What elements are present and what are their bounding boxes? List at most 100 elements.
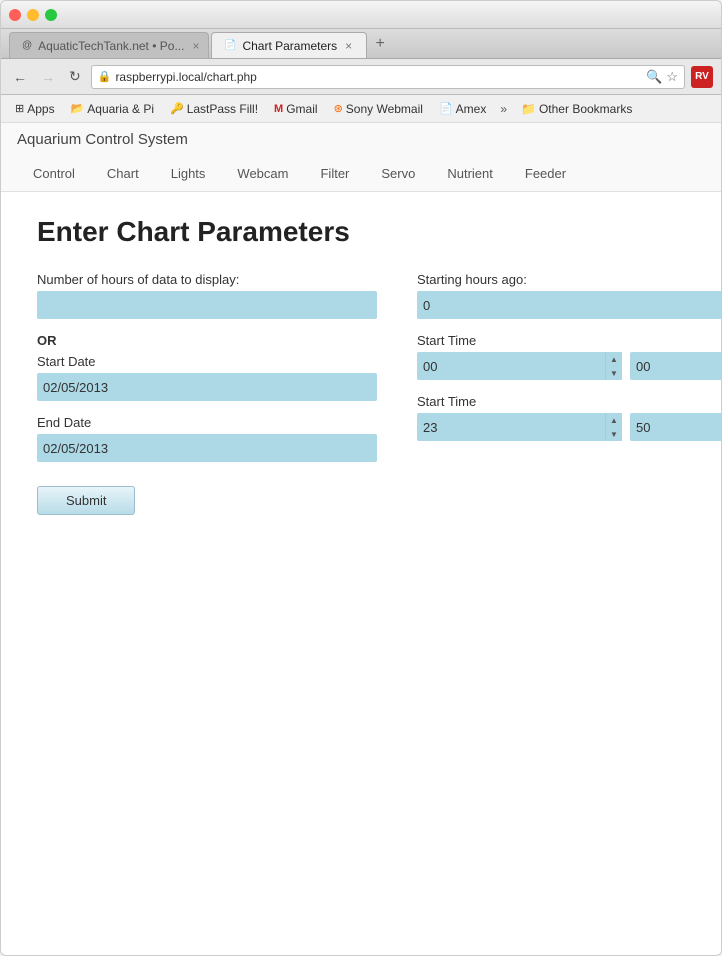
end-date-input[interactable] xyxy=(37,434,377,462)
back-btn[interactable]: ← xyxy=(9,67,31,87)
refresh-btn[interactable]: ↻ xyxy=(65,66,85,87)
start-hour-spinner: ▲ ▼ xyxy=(417,352,622,380)
tab-1[interactable]: @ AquaticTechTank.net • Po... × xyxy=(9,32,209,58)
bookmark-gmail-label: Gmail xyxy=(286,102,317,116)
starting-hours-field-group: Starting hours ago: ▲ ▼ xyxy=(417,272,721,319)
start-min-input[interactable] xyxy=(630,352,721,380)
other-bookmarks[interactable]: 📁 Other Bookmarks xyxy=(515,100,638,118)
end-min-input[interactable] xyxy=(630,413,721,441)
start-date-input[interactable] xyxy=(37,373,377,401)
nav-feeder[interactable]: Feeder xyxy=(509,158,582,191)
end-hour-spinner: ▲ ▼ xyxy=(417,413,622,441)
forward-btn[interactable]: → xyxy=(37,67,59,87)
bookmark-aquaria[interactable]: 📂 Aquaria & Pi xyxy=(65,100,160,118)
app-menu: Control Chart Lights Webcam Filter Servo… xyxy=(17,158,705,191)
starting-hours-spinner: ▲ ▼ xyxy=(417,291,721,319)
start-min-spinner: ▲ ▼ xyxy=(630,352,721,380)
url-actions: 🔍 ☆ xyxy=(646,69,678,85)
tab-favicon-1: @ xyxy=(22,40,32,51)
starting-hours-input[interactable] xyxy=(417,291,721,319)
hours-field-group: Number of hours of data to display: xyxy=(37,272,377,319)
nav-lights[interactable]: Lights xyxy=(155,158,222,191)
tab-2[interactable]: 📄 Chart Parameters × xyxy=(211,32,367,58)
app-nav: Aquarium Control System Control Chart Li… xyxy=(1,123,721,192)
window-maximize-btn[interactable] xyxy=(45,9,57,21)
page-content: Aquarium Control System Control Chart Li… xyxy=(1,123,721,955)
tab-label-1: AquaticTechTank.net • Po... xyxy=(38,39,184,53)
nav-control[interactable]: Control xyxy=(17,158,91,191)
or-label: OR xyxy=(37,333,377,348)
url-display: raspberrypi.local/chart.php xyxy=(115,70,642,84)
tab-label-2: Chart Parameters xyxy=(242,39,337,53)
nav-nutrient[interactable]: Nutrient xyxy=(431,158,509,191)
end-hour-field: ▲ ▼ xyxy=(417,413,622,441)
form-col-left: Number of hours of data to display: OR S… xyxy=(37,272,377,515)
start-hour-input[interactable] xyxy=(417,352,605,380)
add-tab-btn[interactable]: + xyxy=(369,33,391,55)
bookmark-amex[interactable]: 📄 Amex xyxy=(433,100,492,118)
page-heading: Enter Chart Parameters xyxy=(37,216,685,248)
form-col-right: Starting hours ago: ▲ ▼ Start Time xyxy=(417,272,721,515)
end-date-field-group: End Date xyxy=(37,415,377,462)
bookmark-gmail[interactable]: M Gmail xyxy=(268,100,324,118)
end-time-field-group: Start Time ▲ ▼ xyxy=(417,394,721,441)
tab-bar: @ AquaticTechTank.net • Po... × 📄 Chart … xyxy=(1,29,721,59)
end-time-label: Start Time xyxy=(417,394,721,409)
folder-aquaria-icon: 📂 xyxy=(71,102,85,115)
nav-webcam[interactable]: Webcam xyxy=(221,158,304,191)
bookmark-apps-label: Apps xyxy=(27,102,54,116)
end-hour-up-btn[interactable]: ▲ xyxy=(606,413,622,427)
end-date-label: End Date xyxy=(37,415,377,430)
apps-icon: ⊞ xyxy=(15,102,24,115)
other-bookmarks-icon: 📁 xyxy=(521,102,536,116)
bookmark-lastpass[interactable]: 🔑 LastPass Fill! xyxy=(164,100,264,118)
nav-chart[interactable]: Chart xyxy=(91,158,155,191)
end-hour-spinner-btns: ▲ ▼ xyxy=(605,413,622,441)
start-hour-down-btn[interactable]: ▼ xyxy=(606,366,622,380)
tab-close-1[interactable]: × xyxy=(190,39,201,53)
window-minimize-btn[interactable] xyxy=(27,9,39,21)
end-min-spinner: ▲ ▼ xyxy=(630,413,721,441)
bookmarks-more-btn[interactable]: » xyxy=(496,100,511,118)
starting-hours-label: Starting hours ago: xyxy=(417,272,721,287)
nav-filter[interactable]: Filter xyxy=(304,158,365,191)
lastpass-icon: 🔑 xyxy=(170,102,184,115)
bookmark-sony-label: Sony Webmail xyxy=(346,102,423,116)
start-time-row: ▲ ▼ ▲ ▼ xyxy=(417,352,721,380)
hours-label: Number of hours of data to display: xyxy=(37,272,377,287)
start-hour-spinner-btns: ▲ ▼ xyxy=(605,352,622,380)
extension-icon[interactable]: RV xyxy=(691,66,713,88)
hours-input[interactable] xyxy=(37,291,377,319)
form-section: Number of hours of data to display: OR S… xyxy=(37,272,685,515)
gmail-icon: M xyxy=(274,103,283,115)
end-hour-input[interactable] xyxy=(417,413,605,441)
start-date-label: Start Date xyxy=(37,354,377,369)
browser-window: @ AquaticTechTank.net • Po... × 📄 Chart … xyxy=(0,0,722,956)
main-area: Enter Chart Parameters Number of hours o… xyxy=(1,192,721,539)
submit-button[interactable]: Submit xyxy=(37,486,135,515)
app-title: Aquarium Control System xyxy=(17,131,705,148)
start-date-field-group: Start Date xyxy=(37,354,377,401)
url-input-wrap[interactable]: 🔒 raspberrypi.local/chart.php 🔍 ☆ xyxy=(91,65,685,89)
bookmark-sony[interactable]: ⊛ Sony Webmail xyxy=(328,100,429,118)
title-bar xyxy=(1,1,721,29)
end-hour-down-btn[interactable]: ▼ xyxy=(606,427,622,441)
sony-icon: ⊛ xyxy=(334,102,343,115)
start-hour-field: ▲ ▼ xyxy=(417,352,622,380)
start-hour-up-btn[interactable]: ▲ xyxy=(606,352,622,366)
tab-close-2[interactable]: × xyxy=(343,39,354,53)
window-close-btn[interactable] xyxy=(9,9,21,21)
start-time-field-group: Start Time ▲ ▼ xyxy=(417,333,721,380)
url-bar: ← → ↻ 🔒 raspberrypi.local/chart.php 🔍 ☆ … xyxy=(1,59,721,95)
bookmark-lastpass-label: LastPass Fill! xyxy=(187,102,258,116)
start-min-field: ▲ ▼ xyxy=(630,352,721,380)
extension-label: RV xyxy=(695,71,709,82)
lock-icon: 🔒 xyxy=(98,70,112,83)
bookmark-apps[interactable]: ⊞ Apps xyxy=(9,100,61,118)
amex-icon: 📄 xyxy=(439,102,453,115)
bookmark-aquaria-label: Aquaria & Pi xyxy=(87,102,154,116)
nav-servo[interactable]: Servo xyxy=(365,158,431,191)
star-icon[interactable]: ☆ xyxy=(666,69,678,85)
end-time-row: ▲ ▼ ▲ ▼ xyxy=(417,413,721,441)
search-icon[interactable]: 🔍 xyxy=(646,69,662,85)
